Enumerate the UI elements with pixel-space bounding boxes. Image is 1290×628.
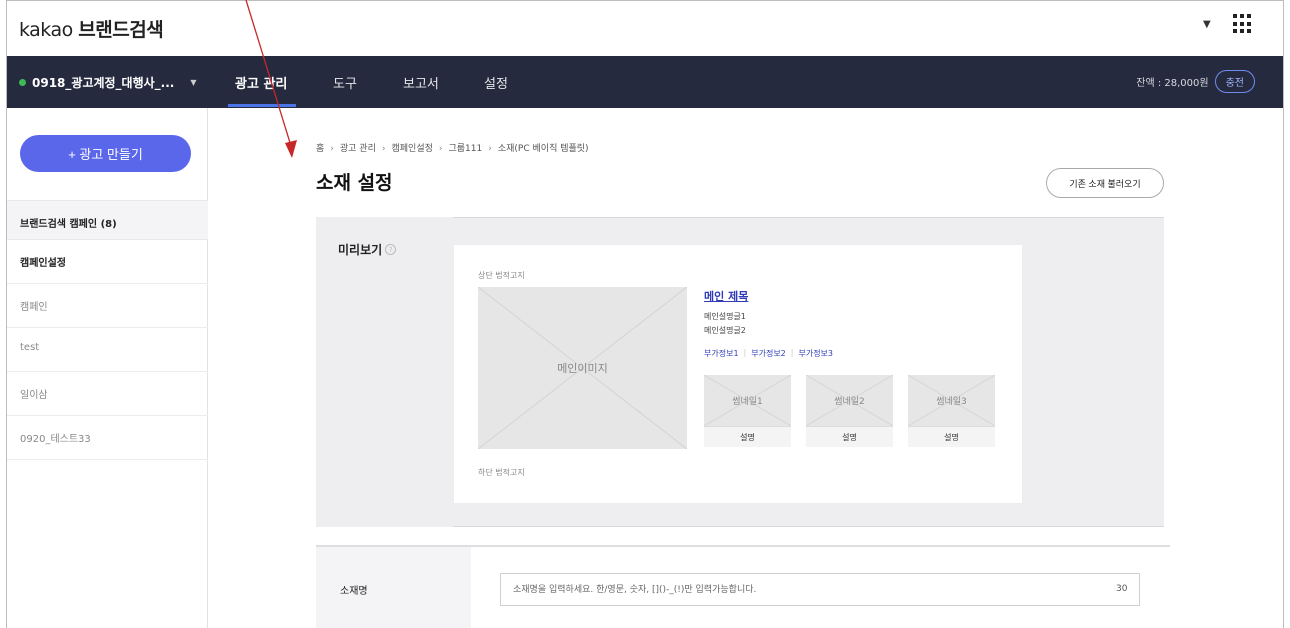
breadcrumb-current: 소재(PC 베이직 템플릿) bbox=[497, 144, 589, 154]
main-description-2: 메인설명글2 bbox=[704, 326, 746, 335]
main-image-label: 메인이미지 bbox=[557, 362, 608, 375]
breadcrumb-ad-management[interactable]: 광고 관리 bbox=[340, 144, 376, 154]
thumbnail-label: 썸네일3 bbox=[936, 397, 967, 407]
preview-label: 미리보기 ? bbox=[338, 241, 397, 258]
breadcrumb-chevron-icon: › bbox=[330, 144, 334, 154]
ad-account-selector[interactable]: 0918_광고계정_대행사_... ▼ bbox=[19, 74, 197, 91]
balance-area: 잔액 : 28,000원 충전 bbox=[1136, 70, 1255, 93]
kakao-brand-search-logo[interactable]: kakao 브랜드검색 bbox=[19, 15, 164, 42]
sidebar-item-campaign[interactable]: 캠페인 bbox=[7, 284, 208, 328]
account-status-dot-icon bbox=[19, 79, 26, 86]
preview-label-text: 미리보기 bbox=[338, 243, 383, 257]
extra-info-links: 부가정보1 | 부가정보2 | 부가정보3 bbox=[704, 348, 833, 359]
breadcrumb-campaign-settings[interactable]: 캠페인설정 bbox=[391, 144, 432, 154]
main-description-1: 메인설명글1 bbox=[704, 312, 746, 321]
breadcrumb-chevron-icon: › bbox=[488, 144, 492, 154]
top-legal-notice: 상단 법적고지 bbox=[478, 271, 525, 280]
breadcrumb-home[interactable]: 홈 bbox=[316, 144, 324, 154]
breadcrumb: 홈 › 광고 관리 › 캠페인설정 › 그룹111 › 소재(PC 베이직 템플릿) bbox=[316, 141, 589, 154]
creative-name-row: 소재명 30 bbox=[316, 545, 1170, 628]
preview-section: 미리보기 ? 상단 법적고지 메인이미지 메인 제목 메인설명글1 메인설명글2… bbox=[316, 217, 1164, 527]
thumbnail-2: 썸네일2 설명 bbox=[806, 375, 893, 447]
main-navbar: 0918_광고계정_대행사_... ▼ 광고 관리 도구 보고서 설정 잔액 :… bbox=[7, 56, 1283, 108]
breadcrumb-group[interactable]: 그룹111 bbox=[449, 144, 483, 154]
link-separator: | bbox=[743, 348, 747, 357]
sidebar: + 광고 만들기 브랜드검색 캠페인 (8) 캠페인설정 캠페인 test 일이… bbox=[7, 108, 208, 628]
charge-button[interactable]: 충전 bbox=[1214, 70, 1255, 93]
thumbnail-desc: 설명 bbox=[806, 426, 893, 447]
nav-tools[interactable]: 도구 bbox=[333, 73, 357, 92]
active-nav-indicator bbox=[228, 104, 296, 107]
breadcrumb-chevron-icon: › bbox=[381, 144, 386, 154]
extra-info-1: 부가정보1 bbox=[704, 349, 739, 358]
logo-service-name: 브랜드검색 bbox=[78, 19, 164, 41]
creative-name-input[interactable] bbox=[500, 573, 1140, 606]
preview-card: 상단 법적고지 메인이미지 메인 제목 메인설명글1 메인설명글2 부가정보1 … bbox=[454, 245, 1022, 503]
main-image-placeholder: 메인이미지 bbox=[478, 287, 687, 449]
campaign-section-title[interactable]: 브랜드검색 캠페인 (8) bbox=[7, 200, 208, 240]
sidebar-item-il-i-sam[interactable]: 일이삼 bbox=[7, 372, 208, 416]
page-title: 소재 설정 bbox=[316, 172, 393, 194]
nav-reports[interactable]: 보고서 bbox=[403, 73, 439, 92]
app-grid-icon[interactable] bbox=[1233, 14, 1253, 34]
top-header: kakao 브랜드검색 ▼ bbox=[7, 1, 1283, 56]
balance-text: 잔액 : 28,000원 bbox=[1136, 78, 1209, 89]
sidebar-item-test[interactable]: test bbox=[7, 328, 208, 372]
create-ad-button[interactable]: + 광고 만들기 bbox=[20, 135, 191, 172]
breadcrumb-chevron-icon: › bbox=[438, 144, 443, 154]
account-menu-caret-icon[interactable]: ▼ bbox=[1203, 19, 1211, 30]
creative-name-label: 소재명 bbox=[340, 586, 368, 597]
nav-ad-management[interactable]: 광고 관리 bbox=[235, 73, 287, 92]
main-title-link: 메인 제목 bbox=[704, 290, 749, 303]
thumbnail-3: 썸네일3 설명 bbox=[908, 375, 995, 447]
divider bbox=[453, 217, 1164, 218]
link-separator: | bbox=[790, 348, 794, 357]
thumbnail-label: 썸네일2 bbox=[834, 397, 865, 407]
extra-info-2: 부가정보2 bbox=[751, 349, 786, 358]
logo-prefix: kakao bbox=[19, 19, 73, 41]
bottom-legal-notice: 하단 법적고지 bbox=[478, 468, 525, 477]
chevron-down-icon: ▼ bbox=[190, 78, 197, 87]
sidebar-item-test33[interactable]: 0920_테스트33 bbox=[7, 416, 208, 460]
sidebar-item-campaign-settings[interactable]: 캠페인설정 bbox=[7, 240, 208, 284]
thumbnail-1: 썸네일1 설명 bbox=[704, 375, 791, 447]
thumbnail-desc: 설명 bbox=[908, 426, 995, 447]
thumbnail-desc: 설명 bbox=[704, 426, 791, 447]
load-existing-creative-button[interactable]: 기존 소재 불러오기 bbox=[1046, 168, 1164, 198]
divider bbox=[453, 526, 1164, 527]
ad-account-name: 0918_광고계정_대행사_... bbox=[32, 76, 175, 90]
creative-name-char-limit: 30 bbox=[1116, 584, 1128, 594]
thumbnail-label: 썸네일1 bbox=[732, 397, 763, 407]
nav-settings[interactable]: 설정 bbox=[484, 73, 508, 92]
help-icon[interactable]: ? bbox=[385, 244, 397, 255]
extra-info-3: 부가정보3 bbox=[798, 349, 833, 358]
